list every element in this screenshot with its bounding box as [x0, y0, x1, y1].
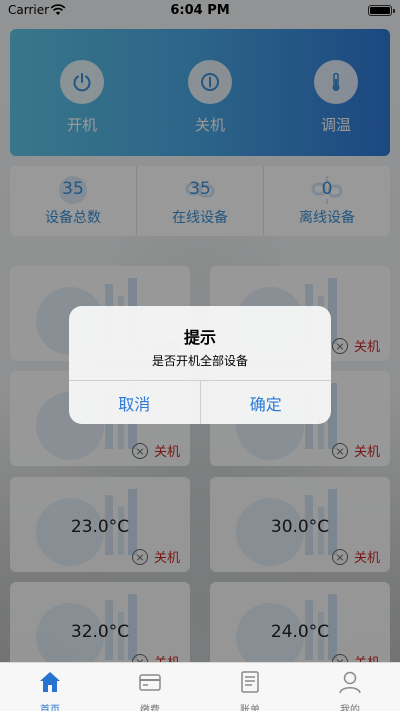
tab-bill[interactable]: 账单 [200, 663, 300, 711]
tab-profile-label: 我的 [340, 705, 360, 711]
tab-payment[interactable]: 缴费 [100, 663, 200, 711]
user-icon [339, 671, 361, 694]
tab-profile[interactable]: 我的 [300, 663, 400, 711]
confirm-dialog: 提示 是否开机全部设备 取消 确定 [69, 306, 331, 424]
tab-bill-label: 账单 [240, 705, 260, 711]
card-icon [139, 674, 161, 691]
tab-bar: 首页 缴费 账单 我的 [0, 662, 400, 711]
dialog-message: 是否开机全部设备 [151, 354, 248, 368]
bill-icon [241, 671, 259, 693]
home-icon [40, 672, 60, 692]
tab-home-label: 首页 [40, 705, 60, 711]
dialog-title: 提示 [183, 328, 216, 347]
tab-home[interactable]: 首页 [0, 663, 100, 711]
confirm-button[interactable]: 确定 [199, 381, 332, 424]
tab-payment-label: 缴费 [140, 705, 160, 711]
cancel-button[interactable]: 取消 [69, 381, 200, 424]
